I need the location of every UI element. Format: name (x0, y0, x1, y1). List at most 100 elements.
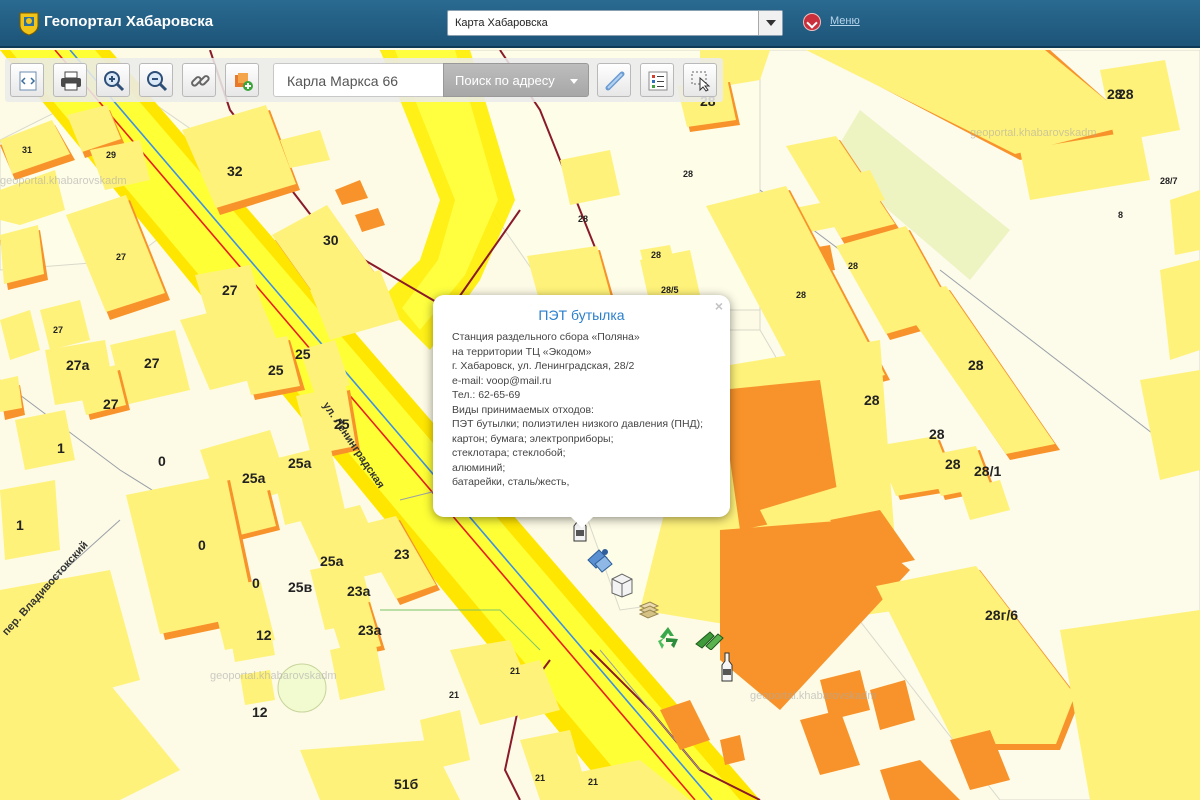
popup-line: алюминий; (452, 461, 506, 474)
caret-down-icon (570, 79, 578, 84)
legend-button[interactable] (640, 63, 674, 97)
select-pointer-icon (691, 71, 711, 92)
search-mode-dropdown[interactable]: Поиск по адресу (443, 63, 589, 97)
zoom-in-button[interactable] (96, 63, 130, 97)
house-number-label: 28/5 (661, 285, 679, 295)
house-number-label: 28 (578, 214, 589, 224)
house-number-label: 21 (449, 690, 460, 700)
menu-toggle-icon[interactable] (803, 13, 821, 31)
house-number-label: 28 (945, 456, 961, 472)
popup-line: стеклотара; стеклобой; (452, 447, 566, 459)
app-header: Геопортал Хабаровска Карта Хабаровска Ме… (0, 0, 1200, 48)
code-icon (19, 71, 37, 91)
popup-line: картон; бумага; электроприборы; (452, 432, 614, 445)
popup-line: батарейки, сталь/жесть, (452, 476, 570, 488)
house-number-label: 25 (334, 416, 350, 432)
popup-pointer (571, 517, 593, 528)
map-watermark-2: geoportal.khabarovskadm (970, 127, 1097, 139)
house-number-label: 0 (198, 537, 206, 553)
map-watermark-1: geoportal.khabarovskadm (0, 175, 127, 187)
zoom-out-button[interactable] (139, 63, 173, 97)
print-button[interactable] (53, 63, 87, 97)
cardboard-box-icon[interactable] (608, 569, 636, 599)
map-toolbar: Карла Маркса 66 Поиск по адресу (5, 58, 723, 102)
house-number-label: 25а (320, 553, 344, 569)
popup-body: Станция раздельного сбора «Поляна» на те… (452, 330, 722, 490)
house-number-label: 23а (347, 583, 371, 599)
link-button[interactable] (182, 63, 216, 97)
bottle-icon[interactable] (720, 651, 734, 683)
house-number-label: 28 (929, 426, 945, 442)
map-layer-select[interactable]: Карта Хабаровска (447, 10, 783, 36)
address-search-value: Карла Маркса 66 (287, 73, 399, 89)
layers-add-icon (235, 73, 253, 91)
search-mode-label: Поиск по адресу (455, 73, 555, 88)
app-title[interactable]: Геопортал Хабаровска (44, 13, 213, 30)
house-number-label: 28/7 (1160, 176, 1178, 186)
house-number-label: 32 (227, 163, 243, 179)
ruler-icon (605, 71, 625, 91)
house-number-label: 0 (158, 453, 166, 469)
recycle-icon[interactable] (654, 625, 682, 651)
house-number-label: 27 (116, 252, 127, 262)
map-watermark-3: geoportal.khabarovskadm (750, 690, 877, 702)
city-emblem-icon[interactable] (18, 10, 40, 36)
house-number-label: 0 (252, 575, 260, 591)
house-number-label: 27 (53, 325, 64, 335)
address-search-input[interactable]: Карла Маркса 66 (273, 63, 445, 97)
popup-line: г. Хабаровск, ул. Ленинградская, 28/2 (452, 360, 635, 372)
popup-line: на территории ТЦ «Экодом» (452, 345, 592, 358)
chevron-down-icon[interactable] (758, 11, 782, 35)
glass-bottles-icon[interactable] (694, 626, 726, 650)
house-number-label: 29 (106, 150, 117, 160)
popup-title: ПЭТ бутылка (538, 307, 625, 323)
link-icon (191, 75, 210, 87)
house-number-label: 28 (968, 357, 984, 373)
house-number-label: 21 (510, 666, 521, 676)
house-number-label: 28г/6 (985, 607, 1019, 623)
house-number-label: 28 (1118, 86, 1134, 102)
house-number-label: 12 (256, 627, 272, 643)
house-number-label: 25в (288, 579, 313, 595)
house-number-label: 25 (268, 362, 284, 378)
paper-stack-icon[interactable] (638, 598, 660, 622)
zoom-in-icon (104, 71, 125, 92)
map-watermark-4: geoportal.khabarovskadm (210, 670, 337, 682)
house-number-label: 8 (1118, 210, 1124, 220)
house-number-label: 12 (252, 704, 268, 720)
menu-link[interactable]: Меню (830, 15, 860, 27)
house-number-label: 1 (16, 517, 24, 533)
house-number-label: 28/1 (974, 463, 1002, 479)
house-number-label: 25а (242, 470, 266, 486)
house-number-label: 23 (394, 546, 410, 562)
house-number-label: 25 (295, 346, 311, 362)
zoom-out-icon (147, 71, 168, 92)
house-number-label: 27 (222, 282, 238, 298)
popup-line: ПЭТ бутылки; полиэтилен низкого давления… (452, 418, 704, 430)
house-number-label: 1 (57, 440, 65, 456)
measure-button[interactable] (597, 63, 631, 97)
add-layer-button[interactable] (225, 63, 259, 97)
popup-line: Тел.: 62-65-69 (452, 389, 521, 401)
house-number-label: 27 (103, 396, 119, 412)
house-number-label: 23а (358, 622, 382, 638)
list-icon (648, 71, 668, 91)
house-number-label: 21 (535, 773, 546, 783)
printer-icon (61, 71, 81, 91)
house-number-label: 27 (144, 355, 160, 371)
embed-button[interactable] (10, 63, 44, 97)
house-number-label: 25а (288, 455, 312, 471)
house-number-label: 28 (864, 392, 880, 408)
select-tool-button[interactable] (683, 63, 717, 97)
map-layer-select-value: Карта Хабаровска (455, 17, 548, 29)
house-number-label: 28 (848, 261, 859, 271)
house-number-label: 28 (683, 169, 694, 179)
house-number-label: 51б (394, 776, 419, 792)
popup-line: e-mail: voop@mail.ru (452, 374, 552, 387)
house-number-label: 27а (66, 357, 90, 373)
house-number-label: 21 (588, 777, 599, 787)
popup-line: Виды принимаемых отходов: (452, 403, 594, 416)
house-number-label: 28 (796, 290, 807, 300)
house-number-label: 31 (22, 145, 33, 155)
popup-line: Станция раздельного сбора «Поляна» (452, 331, 640, 343)
